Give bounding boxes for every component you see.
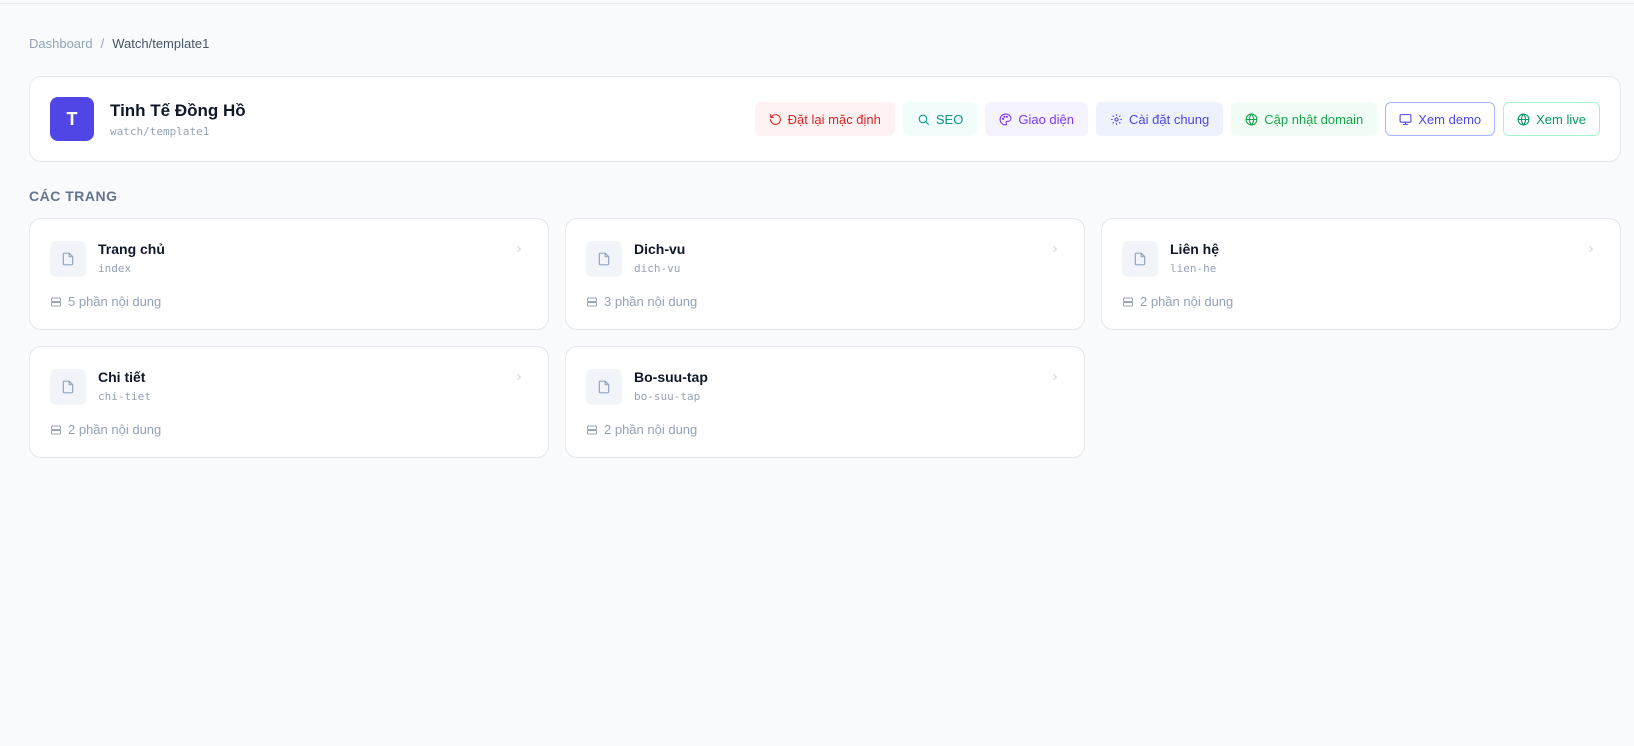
search-icon bbox=[918, 114, 929, 125]
page-title: Liên hệ bbox=[1170, 241, 1220, 257]
page-sections-label: 3 phần nội dung bbox=[604, 294, 698, 309]
top-divider bbox=[0, 3, 1634, 4]
file-icon bbox=[1122, 241, 1158, 277]
palette-icon bbox=[999, 113, 1012, 125]
site-slug: watch/template1 bbox=[110, 124, 210, 138]
stack-icon bbox=[1123, 297, 1133, 306]
page-slug: bo-suu-tap bbox=[634, 390, 701, 403]
page-sections-label: 2 phần nội dung bbox=[604, 422, 698, 437]
page-sections-count: 2 phần nội dung bbox=[1122, 294, 1233, 309]
stack-icon bbox=[587, 297, 597, 306]
page-card[interactable]: Trang chủ index 5 phần nội dung bbox=[29, 218, 549, 330]
theme-button[interactable]: Giao diện bbox=[985, 102, 1089, 136]
page-slug: dich-vu bbox=[634, 262, 681, 275]
breadcrumb-current: Watch/template1 bbox=[112, 36, 210, 51]
general-settings-label: Cài đặt chung bbox=[1129, 111, 1210, 127]
file-icon bbox=[50, 241, 86, 277]
stack-icon bbox=[51, 425, 61, 434]
site-header-card: T Tinh Tế Đồng Hồ watch/template1 Đặt lạ… bbox=[29, 76, 1621, 162]
page-slug: chi-tiet bbox=[98, 390, 151, 403]
globe-icon bbox=[1245, 113, 1258, 125]
update-domain-label: Cập nhật domain bbox=[1264, 111, 1364, 127]
page-sections-label: 5 phần nội dung bbox=[68, 294, 162, 309]
page-title: Dich-vu bbox=[634, 241, 686, 257]
page-title: Trang chủ bbox=[98, 241, 165, 257]
view-demo-label: Xem demo bbox=[1418, 111, 1482, 127]
breadcrumb-dashboard[interactable]: Dashboard bbox=[29, 36, 93, 51]
page-card[interactable]: Chi tiết chi-tiet 2 phần nội dung bbox=[29, 346, 549, 458]
chevron-right-icon bbox=[1589, 245, 1593, 253]
chevron-right-icon bbox=[1053, 373, 1057, 381]
page-slug: index bbox=[98, 262, 132, 275]
reset-default-button[interactable]: Đặt lại mặc định bbox=[754, 102, 895, 136]
pages-section-title: CÁC TRANG bbox=[29, 188, 118, 204]
page-sections-count: 5 phần nội dung bbox=[50, 294, 161, 309]
chevron-right-icon bbox=[517, 373, 521, 381]
view-demo-button[interactable]: Xem demo bbox=[1385, 102, 1496, 136]
page-card[interactable]: Liên hệ lien-he 2 phần nội dung bbox=[1101, 218, 1621, 330]
page-card[interactable]: Dich-vu dich-vu 3 phần nội dung bbox=[565, 218, 1085, 330]
page-card[interactable]: Bo-suu-tap bo-suu-tap 2 phần nội dung bbox=[565, 346, 1085, 458]
file-icon bbox=[586, 369, 622, 405]
site-name: Tinh Tế Đồng Hồ bbox=[110, 100, 246, 120]
stack-icon bbox=[587, 425, 597, 434]
page-sections-count: 3 phần nội dung bbox=[586, 294, 697, 309]
view-live-button[interactable]: Xem live bbox=[1503, 102, 1600, 136]
chevron-right-icon bbox=[1053, 245, 1057, 253]
monitor-icon bbox=[1399, 113, 1412, 125]
gear-icon bbox=[1111, 113, 1122, 125]
seo-label: SEO bbox=[935, 111, 964, 127]
file-icon bbox=[586, 241, 622, 277]
view-live-label: Xem live bbox=[1536, 111, 1586, 127]
theme-label: Giao diện bbox=[1018, 111, 1075, 127]
page-slug: lien-he bbox=[1170, 262, 1217, 275]
chevron-right-icon bbox=[517, 245, 521, 253]
rotate-ccw-icon bbox=[769, 113, 781, 125]
page-sections-label: 2 phần nội dung bbox=[68, 422, 162, 437]
update-domain-button[interactable]: Cập nhật domain bbox=[1231, 102, 1378, 136]
action-bar: Đặt lại mặc định SEO Giao diện Cài đặt c… bbox=[754, 102, 1600, 136]
page-sections-count: 2 phần nội dung bbox=[586, 422, 697, 437]
general-settings-button[interactable]: Cài đặt chung bbox=[1096, 102, 1224, 136]
site-avatar: T bbox=[50, 97, 94, 141]
page-title: Bo-suu-tap bbox=[634, 369, 708, 385]
globe-icon bbox=[1517, 113, 1530, 125]
seo-button[interactable]: SEO bbox=[902, 102, 978, 136]
page-sections-label: 2 phần nội dung bbox=[1140, 294, 1234, 309]
breadcrumb: Dashboard / Watch/template1 bbox=[29, 36, 209, 51]
breadcrumb-separator: / bbox=[100, 36, 105, 51]
site-info: T Tinh Tế Đồng Hồ watch/template1 bbox=[50, 97, 246, 141]
page-sections-count: 2 phần nội dung bbox=[50, 422, 161, 437]
stack-icon bbox=[51, 297, 61, 306]
reset-default-label: Đặt lại mặc định bbox=[787, 111, 881, 127]
page-title: Chi tiết bbox=[98, 369, 146, 385]
file-icon bbox=[50, 369, 86, 405]
